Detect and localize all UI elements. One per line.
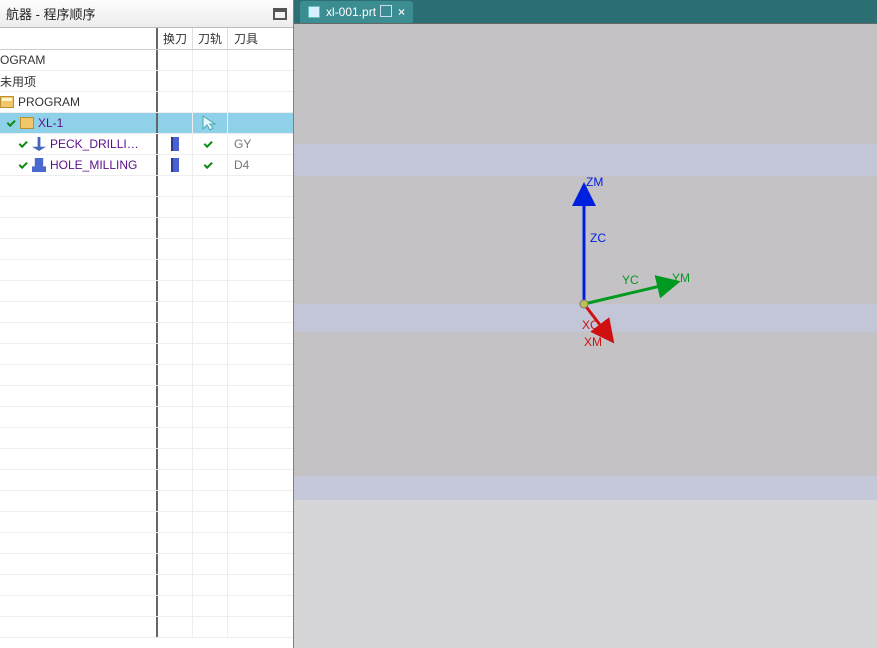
empty-row xyxy=(0,260,293,281)
program-icon xyxy=(0,96,14,108)
operation-navigator-panel: 航器 - 程序顺序 换刀 刀轨 刀具 OGRAM 未用项 PROGRAM xyxy=(0,0,294,648)
axis-label-yc: YC xyxy=(622,273,639,287)
part-file-icon xyxy=(308,6,320,18)
close-tab-icon[interactable]: × xyxy=(398,5,405,19)
column-name[interactable] xyxy=(0,28,158,49)
part-face xyxy=(294,500,877,648)
axis-label-zc: ZC xyxy=(590,231,606,245)
empty-row xyxy=(0,554,293,575)
drill-op-icon xyxy=(32,137,46,151)
coordinate-triad[interactable]: ZM ZC YC YM XC XM xyxy=(544,164,704,364)
empty-row xyxy=(0,428,293,449)
empty-row xyxy=(0,176,293,197)
column-toolchange[interactable]: 换刀 xyxy=(158,28,193,49)
empty-row xyxy=(0,449,293,470)
tree-row-unused[interactable]: 未用项 xyxy=(0,71,293,92)
check-icon xyxy=(18,159,30,171)
check-icon xyxy=(6,117,18,129)
tree-row-op-drill[interactable]: PECK_DRILLING... GY xyxy=(0,134,293,155)
check-icon xyxy=(18,138,30,150)
op-name: PECK_DRILLING... xyxy=(50,137,140,151)
toolchange-icon xyxy=(171,137,179,151)
tree-row-op-mill[interactable]: HOLE_MILLING D4 xyxy=(0,155,293,176)
tool-name: GY xyxy=(234,137,251,151)
tree-row-root[interactable]: OGRAM xyxy=(0,50,293,71)
maximize-icon[interactable] xyxy=(273,8,287,20)
root-label: OGRAM xyxy=(0,53,45,67)
axis-label-xm: XM xyxy=(584,335,602,349)
cursor-arrow-icon xyxy=(201,114,219,132)
column-toolpath[interactable]: 刀轨 xyxy=(193,28,228,49)
part-face xyxy=(294,24,877,144)
empty-row xyxy=(0,323,293,344)
empty-row xyxy=(0,239,293,260)
empty-row xyxy=(0,281,293,302)
empty-row xyxy=(0,386,293,407)
tool-name: D4 xyxy=(234,158,249,172)
unused-label: 未用项 xyxy=(0,73,36,90)
generated-check-icon xyxy=(203,159,215,171)
empty-row xyxy=(0,365,293,386)
program-label: PROGRAM xyxy=(18,95,80,109)
empty-row xyxy=(0,575,293,596)
column-tool[interactable]: 刀具 xyxy=(228,28,293,49)
tab-filename: xl-001.prt xyxy=(326,5,376,19)
axis-label-xc: XC xyxy=(582,318,599,332)
axis-label-zm: ZM xyxy=(586,175,603,189)
empty-row xyxy=(0,596,293,617)
tree-row-group-selected[interactable]: XL-1 xyxy=(0,113,293,134)
panel-titlebar[interactable]: 航器 - 程序顺序 xyxy=(0,0,293,28)
tab-bar: xl-001.prt × xyxy=(294,0,877,24)
empty-row xyxy=(0,302,293,323)
empty-row xyxy=(0,407,293,428)
tree-row-program[interactable]: PROGRAM xyxy=(0,92,293,113)
viewport-3d[interactable]: ZM ZC YC YM XC XM xyxy=(294,24,877,648)
mill-op-icon xyxy=(32,158,46,172)
file-tab[interactable]: xl-001.prt × xyxy=(300,1,413,23)
panel-title-text: 航器 - 程序顺序 xyxy=(6,4,96,23)
tree-body[interactable]: OGRAM 未用项 PROGRAM XL-1 xyxy=(0,50,293,648)
generated-check-icon xyxy=(203,138,215,150)
part-face xyxy=(294,476,877,500)
axis-label-ym: YM xyxy=(672,271,690,285)
empty-row xyxy=(0,197,293,218)
restore-window-icon[interactable] xyxy=(382,7,392,17)
empty-row xyxy=(0,617,293,638)
empty-row xyxy=(0,512,293,533)
toolchange-icon xyxy=(171,158,179,172)
tree-header: 换刀 刀轨 刀具 xyxy=(0,28,293,50)
folder-icon xyxy=(20,117,34,129)
empty-row xyxy=(0,491,293,512)
empty-row xyxy=(0,533,293,554)
group-label: XL-1 xyxy=(38,116,63,130)
empty-row xyxy=(0,470,293,491)
op-name: HOLE_MILLING xyxy=(50,158,137,172)
empty-row xyxy=(0,344,293,365)
graphics-panel: xl-001.prt × xyxy=(294,0,877,648)
empty-row xyxy=(0,218,293,239)
